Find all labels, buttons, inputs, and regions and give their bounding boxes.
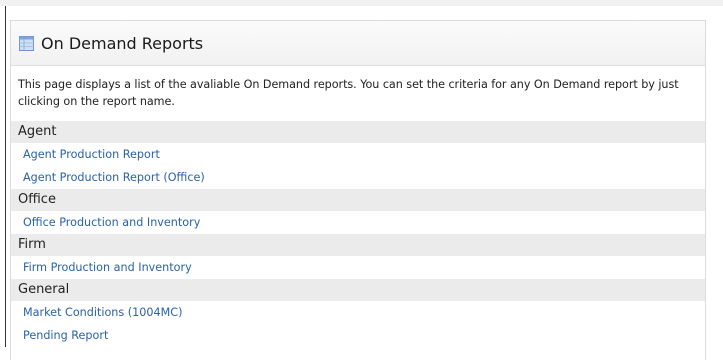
category-header-general: General [11, 279, 705, 301]
category-header-agent: Agent [11, 121, 705, 143]
report-link[interactable]: Office Production and Inventory [11, 211, 705, 234]
report-link[interactable]: Market Conditions (1004MC) [11, 301, 705, 324]
page-title: On Demand Reports [41, 33, 204, 53]
panel-header: On Demand Reports [11, 21, 705, 66]
top-band [0, 0, 723, 6]
report-list: Agent Agent Production Report Agent Produc… [11, 121, 705, 347]
report-link[interactable]: Firm Production and Inventory [11, 256, 705, 279]
category-header-firm: Firm [11, 234, 705, 256]
report-icon [19, 35, 34, 51]
category-header-office: Office [11, 189, 705, 211]
reports-panel: On Demand Reports This page displays a l… [10, 20, 706, 360]
left-divider [5, 6, 6, 347]
page-description: This page displays a list of the avaliab… [18, 78, 679, 108]
report-link[interactable]: Agent Production Report (Office) [11, 166, 705, 189]
report-link[interactable]: Agent Production Report [11, 143, 705, 166]
report-link[interactable]: Pending Report [11, 324, 705, 347]
